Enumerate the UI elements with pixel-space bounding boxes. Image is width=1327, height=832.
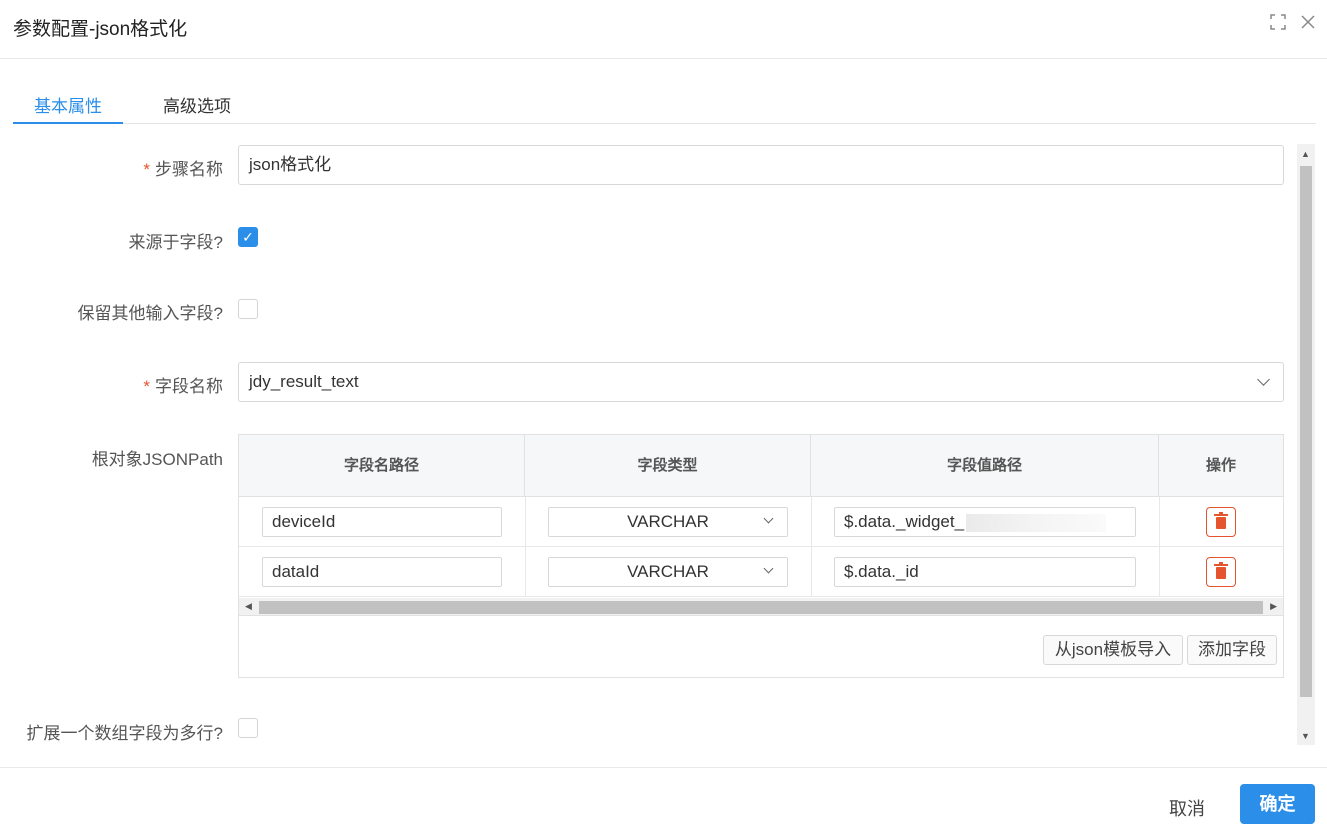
delete-row-button[interactable] [1206,507,1236,537]
add-field-button[interactable]: 添加字段 [1187,635,1277,665]
from-field-label: 来源于字段? [128,233,223,252]
value-path-text: $.data._widget_ [844,512,965,531]
tab-basic-properties[interactable]: 基本属性 [13,92,123,124]
table-row: deviceId VARCHAR $.data._widget_ [239,497,1283,547]
column-header: 字段名路径 [239,435,525,497]
value-path-input[interactable]: $.data._widget_ [834,507,1136,537]
horizontal-scrollbar[interactable]: ◀ ▶ [239,598,1283,616]
column-header: 操作 [1205,457,1236,474]
vertical-scrollbar[interactable]: ▲ ▼ [1297,144,1315,745]
chevron-down-icon [763,513,774,524]
cancel-button[interactable]: 取消 [1150,791,1224,827]
step-name-input[interactable]: json格式化 [238,145,1284,185]
scroll-up-icon[interactable]: ▲ [1301,149,1310,159]
required-mark: * [143,377,150,396]
required-mark: * [143,160,150,179]
scrollbar-thumb[interactable] [1300,166,1312,697]
scroll-left-icon[interactable]: ◀ [245,601,252,612]
keep-other-fields-label: 保留其他输入字段? [77,304,223,323]
dialog-footer: 取消 确定 [0,767,1327,832]
name-path-input[interactable]: deviceId [262,507,502,537]
field-name-select[interactable]: jdy_result_text [238,362,1284,402]
table-header: 字段名路径 字段类型 字段值路径 操作 [239,435,1283,497]
confirm-button[interactable]: 确定 [1240,784,1315,824]
field-type-value: VARCHAR [627,512,709,531]
trash-icon [1214,562,1228,579]
scrollbar-thumb[interactable] [259,601,1263,614]
fields-table: 字段名路径 字段类型 字段值路径 操作 deviceId VARCHAR $.d… [238,434,1284,678]
trash-icon [1214,512,1228,529]
column-header: 字段值路径 [811,435,1159,497]
chevron-down-icon [1257,373,1270,386]
header-actions [1269,14,1317,32]
tab-advanced-options[interactable]: 高级选项 [163,92,231,124]
import-json-template-button[interactable]: 从json模板导入 [1043,635,1183,665]
dialog-header: 参数配置-json格式化 [0,0,1327,59]
maximize-icon[interactable] [1269,14,1287,32]
field-name-value: jdy_result_text [249,372,359,391]
field-type-value: VARCHAR [627,562,709,581]
step-name-label: * 步骤名称 [143,155,223,180]
root-jsonpath-label: 根对象JSONPath [91,450,223,469]
field-name-label-text: 字段名称 [155,377,223,396]
expand-array-label: 扩展一个数组字段为多行? [26,724,223,743]
redacted-region [966,513,1107,532]
expand-array-checkbox[interactable] [238,718,258,738]
value-path-input[interactable]: $.data._id [834,557,1136,587]
scroll-right-icon[interactable]: ▶ [1270,601,1277,612]
field-type-select[interactable]: VARCHAR [548,557,788,587]
delete-row-button[interactable] [1206,557,1236,587]
from-field-checkbox[interactable]: ✓ [238,227,258,247]
table-row: dataId VARCHAR $.data._id [239,547,1283,597]
keep-other-fields-checkbox[interactable] [238,299,258,319]
step-name-label-text: 步骤名称 [155,160,223,179]
close-icon[interactable] [1299,14,1317,32]
scroll-down-icon[interactable]: ▼ [1301,731,1310,741]
dialog-title: 参数配置-json格式化 [13,19,188,40]
field-type-select[interactable]: VARCHAR [548,507,788,537]
tab-bar: 基本属性 高级选项 [13,84,1316,124]
column-header: 字段类型 [525,435,811,497]
name-path-input[interactable]: dataId [262,557,502,587]
chevron-down-icon [763,563,774,574]
field-name-label: * 字段名称 [143,372,223,397]
